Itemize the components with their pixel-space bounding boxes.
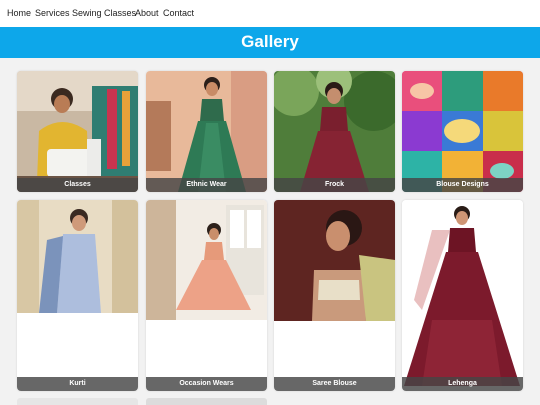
gallery-caption: Kurti	[17, 377, 138, 391]
gallery-caption: Lehenga	[402, 377, 523, 391]
gallery-card-partial[interactable]	[17, 398, 138, 405]
gallery-card-classes[interactable]: Classes	[17, 71, 138, 192]
gallery-caption: Occasion Wears	[146, 377, 267, 391]
nav-about-link[interactable]: About	[135, 8, 159, 19]
occasion-wears-photo	[146, 200, 267, 320]
saree-blouse-photo	[274, 200, 395, 321]
blouse-designs-photo	[402, 71, 523, 192]
gallery-card-blouse-designs[interactable]: Blouse Designs	[402, 71, 523, 192]
gallery-card-occasion-wears[interactable]: Occasion Wears	[146, 200, 267, 391]
gallery-card-ethnic-wear[interactable]: Ethnic Wear	[146, 71, 267, 192]
nav-contact-link[interactable]: Contact	[163, 8, 194, 19]
gallery-card-kurti[interactable]: Kurti	[17, 200, 138, 391]
gallery-card-frock[interactable]: Frock	[274, 71, 395, 192]
gallery-caption: Frock	[274, 178, 395, 192]
ethnic-wear-photo	[146, 71, 267, 192]
gallery-caption: Ethnic Wear	[146, 178, 267, 192]
lehenga-photo	[402, 200, 523, 391]
gallery-caption: Classes	[17, 178, 138, 192]
gallery-banner: Gallery	[0, 27, 540, 58]
nav-services-link[interactable]: Services	[35, 8, 70, 19]
frock-photo	[274, 71, 395, 192]
gallery-caption: Blouse Designs	[402, 178, 523, 192]
top-nav: Home Services Sewing Classes About Conta…	[0, 0, 540, 27]
gallery-caption: Saree Blouse	[274, 377, 395, 391]
gallery-card-saree-blouse[interactable]: Saree Blouse	[274, 200, 395, 391]
kurti-photo	[17, 200, 138, 313]
gallery-card-partial[interactable]	[146, 398, 267, 405]
classes-photo	[17, 71, 138, 192]
gallery-card-lehenga[interactable]: Lehenga	[402, 200, 523, 391]
page-title: Gallery	[241, 32, 299, 51]
nav-home-link[interactable]: Home	[7, 8, 31, 19]
nav-sewing-classes-link[interactable]: Sewing Classes	[72, 8, 136, 19]
